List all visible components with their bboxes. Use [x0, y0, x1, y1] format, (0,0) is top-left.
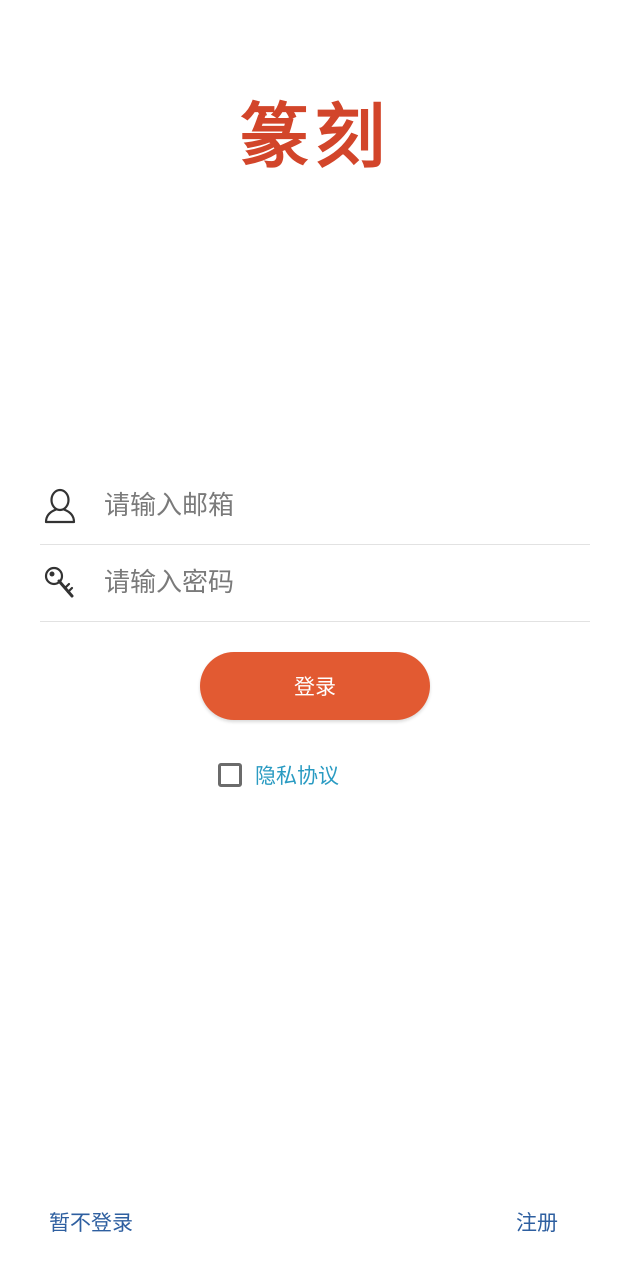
register-link[interactable]: 注册: [516, 1207, 558, 1237]
privacy-checkbox[interactable]: [218, 763, 242, 787]
skip-login-link[interactable]: 暂不登录: [49, 1207, 133, 1237]
key-icon: [40, 563, 80, 603]
user-icon: [40, 486, 80, 526]
email-input[interactable]: [102, 490, 576, 522]
password-row: [40, 545, 590, 622]
email-row: [40, 468, 590, 545]
privacy-link[interactable]: 隐私协议: [255, 760, 339, 790]
privacy-agreement: 隐私协议: [218, 760, 339, 790]
password-input[interactable]: [102, 567, 576, 599]
login-button[interactable]: 登录: [200, 652, 430, 720]
app-logo: 篆刻: [239, 95, 391, 178]
